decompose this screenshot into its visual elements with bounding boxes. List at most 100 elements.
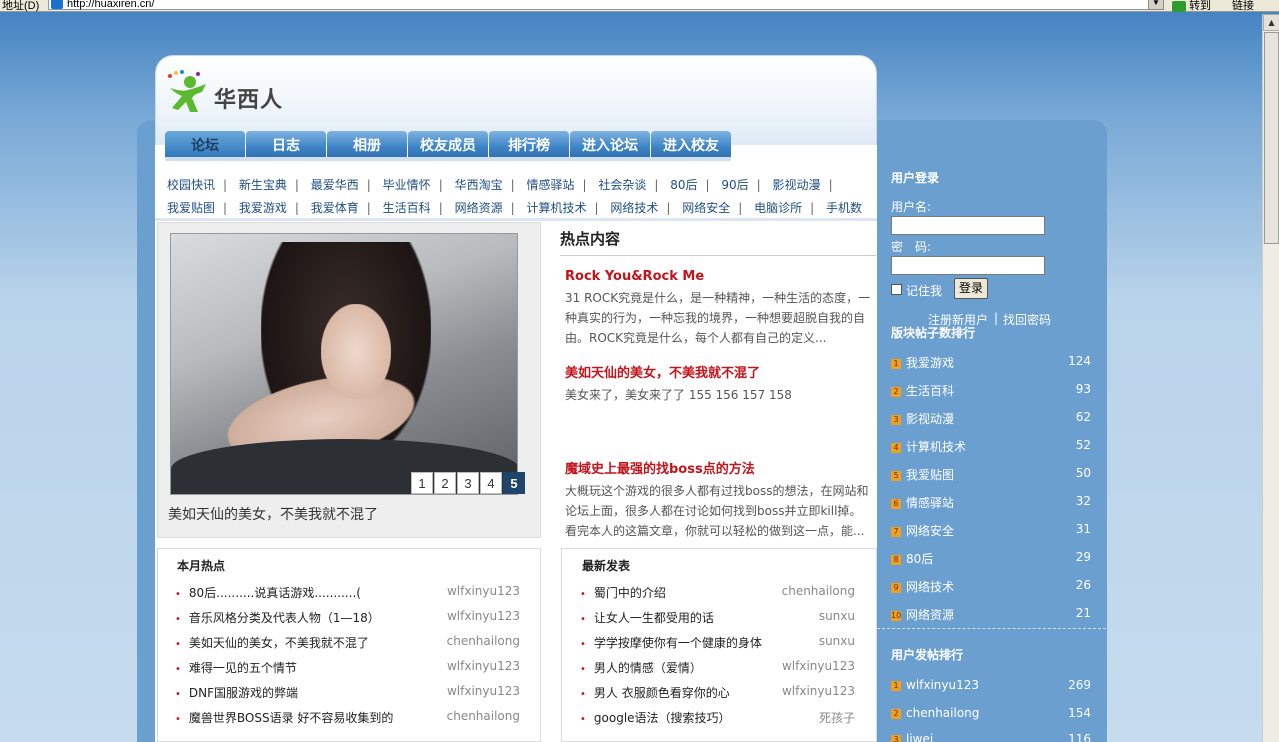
hot-item-title[interactable]: Rock You&Rock Me: [565, 269, 873, 284]
user-name[interactable]: wlfxinyu123: [906, 678, 979, 692]
list-item-author[interactable]: 死孩子: [819, 709, 855, 726]
list-item-title[interactable]: 美如天仙的美女，不美我就不混了: [189, 636, 369, 650]
list-item[interactable]: • DNF国服游戏的弊端 wlfxinyu123: [175, 684, 520, 701]
list-item[interactable]: • 让女人一生都受用的话 sunxu: [580, 609, 855, 626]
category-link[interactable]: 最爱华西: [311, 178, 359, 192]
list-item[interactable]: • 学学按摩使你有一个健康的身体 sunxu: [580, 634, 855, 651]
list-item[interactable]: • 音乐风格分类及代表人物（1—18） wlfxinyu123: [175, 609, 520, 626]
list-item-title[interactable]: 学学按摩使你有一个健康的身体: [594, 636, 762, 650]
board-rank-row[interactable]: 4 计算机技术 52: [891, 438, 1091, 455]
slideshow-caption[interactable]: 美如天仙的美女，不美我就不混了: [168, 504, 378, 524]
category-link[interactable]: 社会杂谈: [598, 178, 646, 192]
category-link[interactable]: 网络资源: [455, 201, 503, 215]
list-item-author[interactable]: sunxu: [819, 634, 855, 651]
tab-enter-alumni[interactable]: 进入校友: [651, 131, 731, 159]
list-item-title[interactable]: DNF国服游戏的弊端: [189, 686, 298, 700]
category-link[interactable]: 影视动漫: [773, 178, 821, 192]
category-link[interactable]: 新生宝典: [239, 178, 287, 192]
board-rank-row[interactable]: 7 网络安全 31: [891, 522, 1091, 539]
board-name[interactable]: 80后: [906, 552, 933, 566]
category-link[interactable]: 计算机技术: [526, 201, 586, 215]
category-link[interactable]: 80后: [670, 178, 697, 192]
list-item-author[interactable]: wlfxinyu123: [782, 684, 855, 701]
board-name[interactable]: 情感驿站: [906, 496, 954, 510]
site-logo[interactable]: 华西人: [162, 60, 302, 120]
user-rank-row[interactable]: 3 liwei 116: [891, 732, 1091, 742]
user-name[interactable]: liwei: [906, 732, 933, 742]
vertical-scrollbar[interactable]: ▲: [1262, 14, 1279, 742]
slide-page-button[interactable]: 4: [480, 472, 502, 494]
category-link[interactable]: 电脑诊所: [754, 201, 802, 215]
board-rank-row[interactable]: 9 网络技术 26: [891, 578, 1091, 595]
tab-ranking[interactable]: 排行榜: [489, 131, 569, 159]
list-item-author[interactable]: chenhailong: [782, 584, 855, 601]
list-item-title[interactable]: 音乐风格分类及代表人物（1—18）: [189, 611, 380, 625]
scroll-up-arrow-icon[interactable]: ▲: [1263, 14, 1279, 31]
list-item[interactable]: • 魔兽世界BOSS语录 好不容易收集到的 chenhailong: [175, 709, 520, 726]
list-item-author[interactable]: wlfxinyu123: [447, 659, 520, 676]
board-rank-row[interactable]: 8 80后 29: [891, 550, 1091, 567]
list-item[interactable]: • google语法（搜索技巧） 死孩子: [580, 709, 855, 726]
user-name[interactable]: chenhailong: [906, 706, 979, 720]
slide-page-button[interactable]: 2: [434, 472, 456, 494]
board-name[interactable]: 我爱游戏: [906, 356, 954, 370]
board-rank-row[interactable]: 5 我爱贴图 50: [891, 466, 1091, 483]
board-name[interactable]: 网络资源: [906, 608, 954, 622]
slide-page-button[interactable]: 1: [411, 472, 433, 494]
category-link[interactable]: 我爱游戏: [239, 201, 287, 215]
tab-enter-forum[interactable]: 进入论坛: [570, 131, 650, 159]
list-item[interactable]: • 男人的情感（爱情） wlfxinyu123: [580, 659, 855, 676]
board-name[interactable]: 我爱贴图: [906, 468, 954, 482]
hot-item-title[interactable]: 魔域史上最强的找boss点的方法: [565, 458, 873, 477]
board-rank-row[interactable]: 6 情感驿站 32: [891, 494, 1091, 511]
username-input[interactable]: [891, 216, 1045, 235]
slide-page-button-active[interactable]: 5: [503, 472, 525, 494]
category-link[interactable]: 我爱体育: [311, 201, 359, 215]
list-item[interactable]: • 蜀门中的介绍 chenhailong: [580, 584, 855, 601]
login-button[interactable]: 登录: [954, 278, 988, 299]
slide-page-button[interactable]: 3: [457, 472, 479, 494]
tab-alumni-members[interactable]: 校友成员: [408, 131, 488, 159]
list-item[interactable]: • 难得一见的五个情节 wlfxinyu123: [175, 659, 520, 676]
list-item[interactable]: • 美如天仙的美女，不美我就不混了 chenhailong: [175, 634, 520, 651]
hot-item-title[interactable]: 美如天仙的美女，不美我就不混了: [565, 362, 873, 381]
category-link[interactable]: 我爱贴图: [167, 201, 215, 215]
password-input[interactable]: [891, 256, 1045, 275]
tab-blog[interactable]: 日志: [246, 131, 326, 159]
board-name[interactable]: 网络安全: [906, 524, 954, 538]
list-item-author[interactable]: chenhailong: [447, 709, 520, 726]
user-rank-row[interactable]: 2 chenhailong 154: [891, 706, 1091, 720]
list-item-author[interactable]: chenhailong: [447, 634, 520, 651]
category-link[interactable]: 网络技术: [610, 201, 658, 215]
list-item-title[interactable]: 80后..........说真话游戏...........(: [189, 586, 361, 600]
list-item-author[interactable]: wlfxinyu123: [447, 584, 520, 601]
list-item-title[interactable]: google语法（搜索技巧）: [594, 711, 731, 725]
remember-me-checkbox[interactable]: [891, 284, 902, 295]
category-link[interactable]: 华西淘宝: [455, 178, 503, 192]
list-item-author[interactable]: wlfxinyu123: [782, 659, 855, 676]
tab-forum[interactable]: 论坛: [165, 131, 245, 159]
user-rank-row[interactable]: 1 wlfxinyu123 269: [891, 678, 1091, 692]
category-link[interactable]: 90后: [721, 178, 748, 192]
list-item-title[interactable]: 蜀门中的介绍: [594, 586, 666, 600]
list-item-title[interactable]: 让女人一生都受用的话: [594, 611, 714, 625]
slideshow-image[interactable]: [170, 233, 518, 495]
board-name[interactable]: 网络技术: [906, 580, 954, 594]
category-link[interactable]: 毕业情怀: [383, 178, 431, 192]
list-item-author[interactable]: wlfxinyu123: [447, 609, 520, 626]
url-dropdown-button[interactable]: ▼: [1148, 0, 1164, 10]
category-link[interactable]: 生活百科: [383, 201, 431, 215]
board-name[interactable]: 计算机技术: [906, 440, 966, 454]
list-item-author[interactable]: sunxu: [819, 609, 855, 626]
category-link[interactable]: 网络安全: [682, 201, 730, 215]
board-rank-row[interactable]: 10 网络资源 21: [891, 606, 1091, 623]
board-rank-row[interactable]: 3 影视动漫 62: [891, 410, 1091, 427]
board-name[interactable]: 影视动漫: [906, 412, 954, 426]
list-item-title[interactable]: 魔兽世界BOSS语录 好不容易收集到的: [189, 711, 394, 725]
go-button[interactable]: 转到: [1172, 0, 1211, 13]
links-button[interactable]: 链接: [1232, 0, 1254, 13]
list-item[interactable]: • 80后..........说真话游戏...........( wlfxinyu…: [175, 584, 520, 601]
list-item-title[interactable]: 难得一见的五个情节: [189, 661, 297, 675]
list-item[interactable]: • 男人 衣服颜色看穿你的心 wlfxinyu123: [580, 684, 855, 701]
category-link[interactable]: 校园快讯: [167, 178, 215, 192]
